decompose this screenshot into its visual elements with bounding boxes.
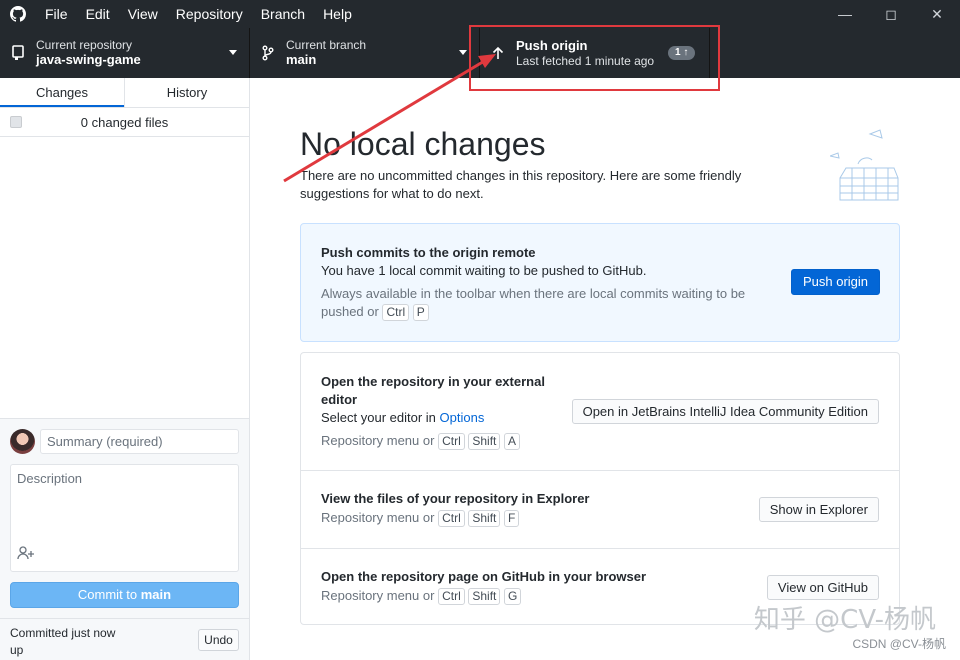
title-bar: File Edit View Repository Branch Help — … [0, 0, 960, 28]
show-in-explorer-button[interactable]: Show in Explorer [758, 497, 879, 522]
editor-title: Open the repository in your external edi… [321, 373, 545, 409]
github-shortcut: Repository menu or Ctrl Shift G [321, 587, 522, 605]
main-panel: No local changes There are no uncommitte… [250, 78, 960, 660]
editor-shortcut-text: Repository menu or [321, 433, 435, 448]
window-controls: — ◻ ✕ [822, 0, 960, 28]
key-shift: Shift [468, 510, 501, 527]
explorer-suggestion: View the files of your repository in Exp… [301, 471, 899, 549]
key-f: F [504, 510, 520, 527]
menu-repository[interactable]: Repository [167, 0, 252, 28]
editor-title-line-2: editor [321, 392, 358, 407]
push-title: Push origin [516, 38, 588, 53]
commit-button-prefix: Commit to [77, 587, 141, 602]
options-link[interactable]: Options [440, 410, 485, 425]
menu-bar: File Edit View Repository Branch Help [36, 0, 361, 28]
explorer-shortcut: Repository menu or Ctrl Shift F [321, 509, 520, 527]
menu-file[interactable]: File [36, 0, 77, 28]
committed-line-2: up [10, 643, 24, 657]
key-ctrl: Ctrl [438, 433, 465, 450]
branch-label: Current branch [286, 38, 367, 52]
github-title: Open the repository page on GitHub in yo… [321, 569, 647, 584]
page-subtitle: There are no uncommitted changes in this… [300, 168, 742, 201]
changed-files-header: 0 changed files [0, 108, 249, 137]
avatar [10, 429, 35, 454]
undo-button[interactable]: Undo [198, 629, 239, 651]
tab-history[interactable]: History [124, 78, 249, 107]
committed-line-1: Committed just now [10, 626, 116, 640]
key-ctrl: Ctrl [438, 510, 465, 527]
commit-button-branch: main [140, 587, 172, 602]
description-input[interactable]: Description [10, 464, 239, 572]
editor-suggestion: Open the repository in your external edi… [301, 353, 899, 471]
current-branch-button[interactable]: Current branch main [250, 28, 480, 78]
suggestions-list: Open the repository in your external edi… [300, 352, 900, 625]
repo-icon [0, 45, 36, 61]
close-icon[interactable]: ✕ [914, 0, 960, 28]
push-card-hint-text2: pushed or [321, 304, 379, 319]
push-card-hint: Always available in the toolbar when the… [321, 285, 771, 321]
key-a: A [504, 433, 521, 450]
push-suggestion-card: Push commits to the origin remote You ha… [300, 223, 900, 342]
empty-state-illustration [828, 128, 902, 211]
github-logo-icon [0, 0, 36, 28]
undo-row: Committed just now up Undo [0, 618, 249, 660]
editor-title-line-1: Open the repository in your external [321, 374, 545, 389]
watermark-small: CSDN @CV-杨帆 [852, 637, 946, 651]
key-shift: Shift [468, 588, 501, 605]
key-p: P [412, 304, 429, 321]
repo-name: java-swing-game [36, 52, 141, 67]
arrow-up-icon [480, 46, 516, 60]
open-in-editor-button[interactable]: Open in JetBrains IntelliJ Idea Communit… [571, 399, 879, 424]
commit-button[interactable]: Commit to main [10, 582, 239, 608]
summary-input[interactable]: Summary (required) [40, 429, 239, 454]
maximize-icon[interactable]: ◻ [868, 0, 914, 28]
repo-label: Current repository [36, 38, 133, 52]
watermark: 知乎 @CV-杨帆 [753, 605, 936, 635]
minimize-icon[interactable]: — [822, 0, 868, 28]
push-card-text: You have 1 local commit waiting to be pu… [321, 263, 647, 278]
sidebar: Changes History 0 changed files Summary … [0, 78, 250, 660]
sidebar-tabs: Changes History [0, 78, 249, 108]
menu-branch[interactable]: Branch [252, 0, 314, 28]
push-origin-card-button[interactable]: Push origin [791, 269, 880, 295]
tab-changes[interactable]: Changes [0, 78, 124, 107]
chevron-down-icon [229, 50, 237, 55]
menu-help[interactable]: Help [314, 0, 361, 28]
select-all-checkbox[interactable] [10, 116, 22, 128]
chevron-down-icon [459, 50, 467, 55]
branch-icon [250, 45, 286, 61]
push-subtitle: Last fetched 1 minute ago [516, 54, 655, 68]
editor-text: Select your editor in Options [321, 410, 484, 425]
menu-edit[interactable]: Edit [77, 0, 119, 28]
commit-area: Summary (required) Description Commit to… [0, 418, 249, 660]
view-on-github-button[interactable]: View on GitHub [766, 575, 879, 600]
key-ctrl: Ctrl [438, 588, 465, 605]
ahead-count-badge: 1 ↑ [668, 46, 696, 60]
editor-shortcut: Repository menu or Ctrl Shift A [321, 432, 521, 450]
changed-files-count: 0 changed files [80, 114, 169, 130]
current-repository-button[interactable]: Current repository java-swing-game [0, 28, 250, 78]
page-title: No local changes [300, 126, 546, 162]
key-g: G [504, 588, 522, 605]
add-coauthor-icon[interactable] [17, 546, 35, 565]
explorer-title: View the files of your repository in Exp… [321, 491, 590, 506]
key-shift: Shift [468, 433, 501, 450]
explorer-shortcut-text: Repository menu or [321, 510, 435, 525]
branch-name: main [286, 52, 317, 67]
github-shortcut-text: Repository menu or [321, 588, 435, 603]
key-ctrl: Ctrl [382, 304, 410, 321]
committed-text: Committed just now up [10, 625, 130, 659]
description-placeholder: Description [17, 471, 83, 486]
menu-view[interactable]: View [119, 0, 167, 28]
push-card-hint-text: Always available in the toolbar when the… [321, 286, 746, 301]
editor-text-label: Select your editor in [321, 410, 436, 425]
push-origin-button[interactable]: Push origin Last fetched 1 minute ago 1 … [480, 28, 710, 78]
push-card-title: Push commits to the origin remote [321, 245, 536, 260]
toolbar: Current repository java-swing-game Curre… [0, 28, 960, 78]
